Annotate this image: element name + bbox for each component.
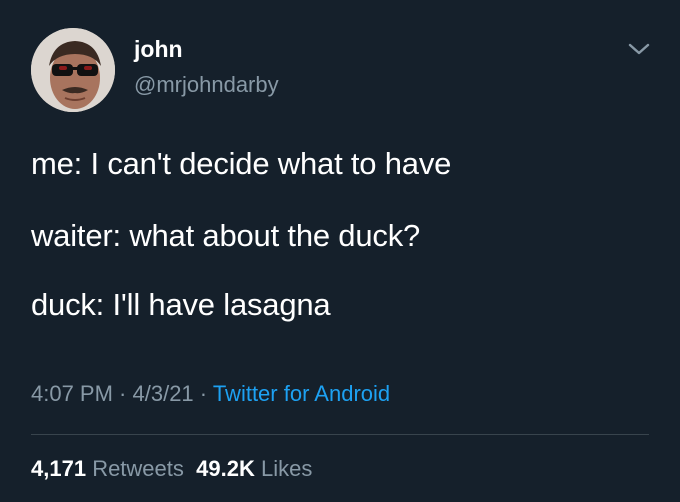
tweet-text-line: waiter: what about the duck? [31,218,421,253]
likes-count: 49.2K [196,456,255,481]
meta-separator: · [112,381,133,406]
divider [31,434,649,435]
tweet-source-link[interactable]: Twitter for Android [213,381,390,406]
tweet-text-line: me: I can't decide what to have [31,146,452,181]
avatar-photo [31,28,115,112]
tweet-stats: 4,171 Retweets 49.2K Likes [31,456,312,482]
meta-separator: · [193,381,213,406]
likes-label: Likes [260,456,313,481]
retweets-label: Retweets [92,456,184,481]
tweet-metadata: 4:07 PM · 4/3/21 · Twitter for Android [31,381,390,407]
tweet-text-line: duck: I'll have lasagna [31,287,331,322]
likes-stat[interactable]: 49.2K Likes [196,456,312,481]
avatar[interactable] [31,28,115,112]
tweet-time[interactable]: 4:07 PM [31,381,113,406]
retweets-count: 4,171 [31,456,87,481]
author-handle[interactable]: @mrjohndarby [134,72,279,98]
author-name[interactable]: john [134,36,183,63]
chevron-down-icon[interactable] [626,40,652,58]
retweets-stat[interactable]: 4,171 Retweets [31,456,184,481]
tweet-date[interactable]: 4/3/21 [133,381,194,406]
